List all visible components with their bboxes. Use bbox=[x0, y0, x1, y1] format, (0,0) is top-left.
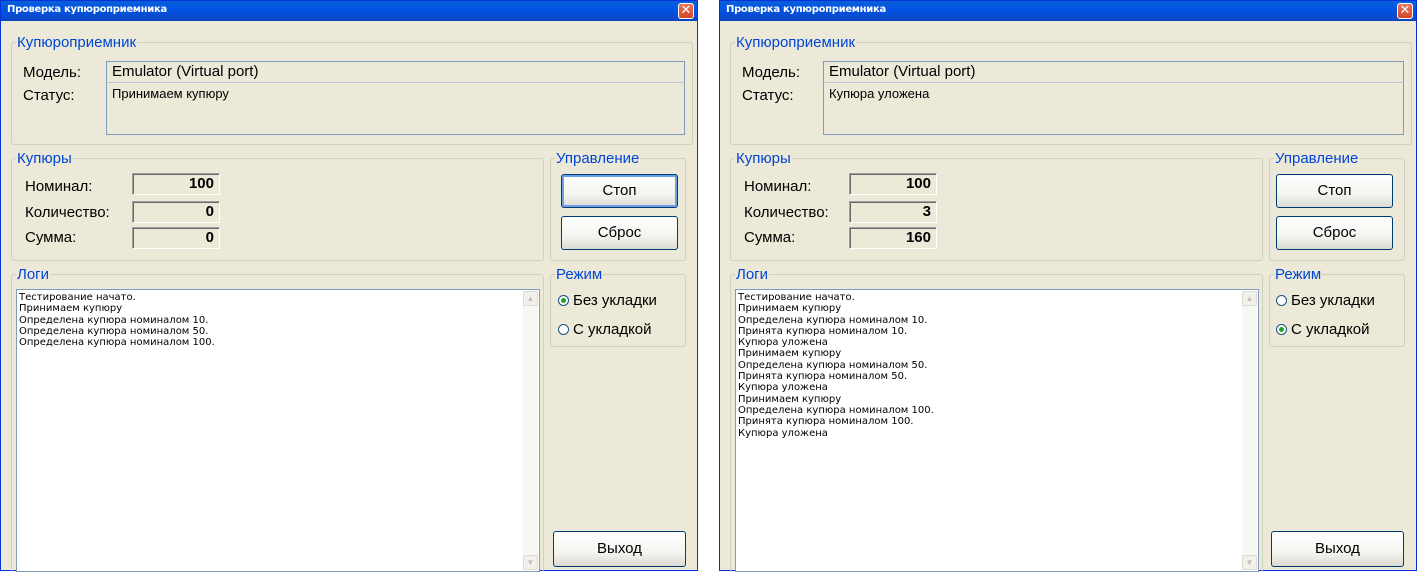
count-label: Количество: bbox=[25, 204, 110, 221]
model-label: Модель: bbox=[742, 64, 801, 81]
radio-selected-icon[interactable] bbox=[558, 295, 569, 306]
log-scrollbar[interactable]: ▲ ▼ bbox=[523, 291, 538, 570]
status-field: Принимаем купюру bbox=[106, 83, 685, 135]
control-group-legend: Управление bbox=[556, 150, 640, 167]
sum-label: Сумма: bbox=[25, 229, 77, 246]
log-lines: Тестирование начато. Принимаем купюру Оп… bbox=[19, 292, 519, 348]
log-line: Определена купюра номиналом 10. bbox=[738, 314, 928, 326]
radio-stack-label: С укладкой bbox=[1291, 321, 1370, 338]
radio-no-stack[interactable]: Без укладки bbox=[558, 292, 657, 309]
sum-field: 160 bbox=[849, 227, 937, 249]
acceptor-group-legend: Купюроприемник bbox=[17, 34, 137, 51]
bill-acceptor-test-window-2: Проверка купюроприемника ✕ Купюроприемни… bbox=[719, 0, 1417, 572]
radio-stack-label: С укладкой bbox=[573, 321, 652, 338]
log-line: Принимаем купюру bbox=[738, 393, 842, 405]
log-line: Определена купюра номиналом 100. bbox=[738, 404, 934, 416]
radio-unselected-icon[interactable] bbox=[558, 324, 569, 335]
log-line: Купюра уложена bbox=[738, 337, 828, 349]
scroll-up-icon[interactable]: ▲ bbox=[523, 291, 538, 306]
stop-button[interactable]: Стоп bbox=[561, 174, 678, 208]
logs-group-legend: Логи bbox=[736, 266, 769, 283]
denomination-field: 100 bbox=[132, 173, 220, 195]
sum-field: 0 bbox=[132, 227, 220, 249]
count-field: 0 bbox=[132, 201, 220, 223]
bill-acceptor-test-window-1: Проверка купюроприемника ✕ Купюроприемни… bbox=[0, 0, 698, 572]
reset-button[interactable]: Сброс bbox=[561, 216, 678, 250]
log-line: Принимаем купюру bbox=[738, 348, 842, 360]
log-line: Тестирование начато. bbox=[738, 292, 855, 303]
log-line: Определена купюра номиналом 50. bbox=[738, 359, 928, 371]
title-bar[interactable]: Проверка купюроприемника ✕ bbox=[1, 1, 697, 21]
log-lines: Тестирование начато. Принимаем купюру Оп… bbox=[738, 292, 1238, 439]
log-line: Принята купюра номиналом 100. bbox=[738, 416, 914, 428]
close-icon[interactable]: ✕ bbox=[1397, 3, 1413, 19]
radio-selected-icon[interactable] bbox=[1276, 324, 1287, 335]
log-line: Тестирование начато. bbox=[19, 292, 136, 303]
close-icon[interactable]: ✕ bbox=[678, 3, 694, 19]
title-bar[interactable]: Проверка купюроприемника ✕ bbox=[720, 1, 1416, 21]
mode-group-legend: Режим bbox=[1275, 266, 1322, 283]
logs-group-legend: Логи bbox=[17, 266, 50, 283]
radio-no-stack-label: Без укладки bbox=[1291, 292, 1375, 309]
denomination-field: 100 bbox=[849, 173, 937, 195]
reset-button[interactable]: Сброс bbox=[1276, 216, 1393, 250]
window-title: Проверка купюроприемника bbox=[726, 4, 886, 15]
log-line: Купюра уложена bbox=[738, 427, 828, 439]
model-label: Модель: bbox=[23, 64, 82, 81]
scroll-up-icon[interactable]: ▲ bbox=[1242, 291, 1257, 306]
log-line: Принята купюра номиналом 10. bbox=[738, 325, 908, 337]
denomination-label: Номинал: bbox=[25, 178, 93, 195]
stop-button[interactable]: Стоп bbox=[1276, 174, 1393, 208]
log-line: Определена купюра номиналом 10. bbox=[19, 314, 209, 326]
exit-button[interactable]: Выход bbox=[553, 531, 686, 567]
denomination-label: Номинал: bbox=[744, 178, 812, 195]
log-textarea[interactable]: Тестирование начато. Принимаем купюру Оп… bbox=[16, 289, 540, 572]
count-label: Количество: bbox=[744, 204, 829, 221]
window-title: Проверка купюроприемника bbox=[7, 4, 167, 15]
mode-group-legend: Режим bbox=[556, 266, 603, 283]
scroll-down-icon[interactable]: ▼ bbox=[523, 555, 538, 570]
bills-group-legend: Купюры bbox=[736, 150, 791, 167]
log-line: Принята купюра номиналом 50. bbox=[738, 371, 908, 383]
acceptor-group-legend: Купюроприемник bbox=[736, 34, 856, 51]
log-line: Купюра уложена bbox=[738, 382, 828, 394]
log-line: Определена купюра номиналом 100. bbox=[19, 337, 215, 349]
radio-unselected-icon[interactable] bbox=[1276, 295, 1287, 306]
status-field: Купюра уложена bbox=[823, 83, 1404, 135]
radio-stack[interactable]: С укладкой bbox=[1276, 321, 1370, 338]
log-scrollbar[interactable]: ▲ ▼ bbox=[1242, 291, 1257, 570]
sum-label: Сумма: bbox=[744, 229, 796, 246]
status-label: Статус: bbox=[23, 87, 75, 104]
log-textarea[interactable]: Тестирование начато. Принимаем купюру Оп… bbox=[735, 289, 1259, 572]
control-group-legend: Управление bbox=[1275, 150, 1359, 167]
log-line: Принимаем купюру bbox=[19, 303, 123, 315]
status-label: Статус: bbox=[742, 87, 794, 104]
log-line: Принимаем купюру bbox=[738, 303, 842, 315]
exit-button[interactable]: Выход bbox=[1271, 531, 1404, 567]
radio-no-stack[interactable]: Без укладки bbox=[1276, 292, 1375, 309]
radio-no-stack-label: Без укладки bbox=[573, 292, 657, 309]
log-line: Определена купюра номиналом 50. bbox=[19, 325, 209, 337]
count-field: 3 bbox=[849, 201, 937, 223]
bills-group-legend: Купюры bbox=[17, 150, 72, 167]
model-field: Emulator (Virtual port) bbox=[823, 61, 1404, 83]
scroll-down-icon[interactable]: ▼ bbox=[1242, 555, 1257, 570]
radio-stack[interactable]: С укладкой bbox=[558, 321, 652, 338]
model-field: Emulator (Virtual port) bbox=[106, 61, 685, 83]
